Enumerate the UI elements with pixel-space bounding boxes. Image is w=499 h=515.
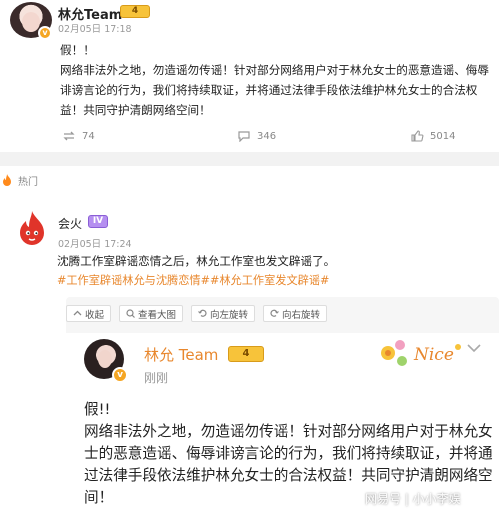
repost-icon <box>63 131 75 141</box>
repost-button[interactable]: 74 <box>62 130 95 142</box>
post-official: v 林允Team 4 02月05日 17:18 假！！ 网络非法外之地，勿造谣勿… <box>0 0 499 152</box>
hot-label: 热门 <box>18 176 38 188</box>
post-timestamp: 02月05日 17:24 <box>58 239 132 250</box>
hot-label-row: 热门 <box>0 172 38 188</box>
view-large-icon <box>126 309 135 318</box>
like-count: 5014 <box>430 130 456 142</box>
screenshot-post: v 林允 Team 4 刚刚 Nice 假!! 网络非法外之地，勿造谣勿传谣！针… <box>66 333 499 515</box>
post-body-line: 假！！ <box>60 43 95 57</box>
author-name: 林允 Team <box>144 346 219 364</box>
level-badge-icon: 4 <box>120 5 150 18</box>
flame-avatar-icon <box>20 211 44 245</box>
verified-badge-icon: v <box>38 26 52 40</box>
comment-count: 346 <box>257 130 277 142</box>
post-body-line: 假!! <box>84 401 111 418</box>
level-badge-icon: 4 <box>228 346 264 362</box>
avatar[interactable] <box>12 208 52 248</box>
collapse-button[interactable]: 收起 <box>66 305 112 322</box>
verified-badge-icon: v <box>112 367 128 383</box>
sticker-text: Nice <box>413 345 454 365</box>
image-viewer: 收起 查看大图 向左旋转 向右旋转 v 林允 Team 4 刚刚 Nice 假!… <box>66 297 499 515</box>
chevron-down-icon[interactable] <box>466 343 482 353</box>
like-icon <box>411 130 424 142</box>
hashtag-link[interactable]: #工作室辟谣林允与沈腾恋情##林允工作室发文辟谣# <box>57 271 487 291</box>
author-name[interactable]: 会火 <box>58 215 82 232</box>
post-timestamp: 02月05日 17:18 <box>58 24 132 35</box>
comment-button[interactable]: 346 <box>237 130 276 142</box>
post-body: 假！！ 网络非法外之地，勿造谣勿传谣！针对部分网络用户对于林允女士的恶意造谣、侮… <box>60 40 492 120</box>
nice-sticker-icon: Nice <box>381 340 461 366</box>
post-timestamp: 刚刚 <box>144 371 169 385</box>
post-body-line: 网络非法外之地，勿造谣勿传谣！针对部分网络用户对于林允女士的恶意造谣、侮辱诽谤言… <box>60 63 489 117</box>
watermark: 网易号 | 小小李娱 <box>365 492 461 506</box>
rotate-right-button[interactable]: 向右旋转 <box>263 305 328 322</box>
view-large-button[interactable]: 查看大图 <box>119 305 184 322</box>
rotate-right-icon <box>270 309 279 317</box>
comment-icon <box>238 131 250 142</box>
hot-flame-icon <box>3 174 11 186</box>
rotate-left-icon <box>198 309 207 317</box>
collapse-icon <box>73 310 82 316</box>
post-body: 沈腾工作室辟谣恋情之后，林允工作室也发文辟谣了。 <box>57 254 336 268</box>
level-badge-icon: IV <box>88 215 108 228</box>
like-button[interactable]: 5014 <box>410 130 455 142</box>
rotate-left-button[interactable]: 向左旋转 <box>191 305 256 322</box>
repost-count: 74 <box>82 130 95 142</box>
image-toolbar: 收起 查看大图 向左旋转 向右旋转 <box>66 305 328 322</box>
section-divider <box>0 152 499 166</box>
